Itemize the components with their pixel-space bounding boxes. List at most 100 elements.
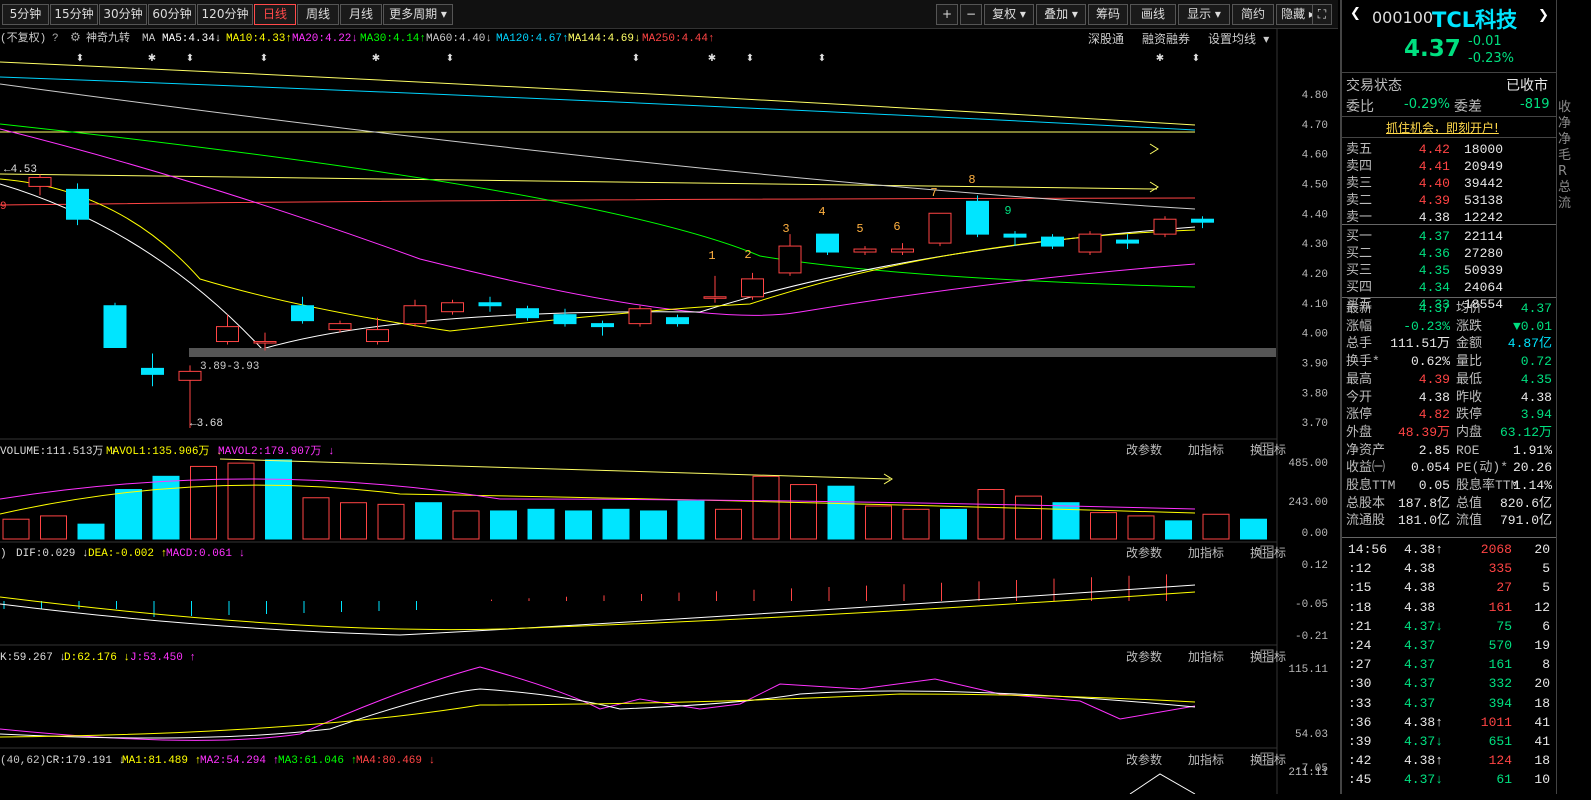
link-hk-connect: 深股通 (1088, 32, 1124, 47)
price-change: -0.01 (1468, 34, 1502, 49)
candle-body-7[interactable] (291, 305, 314, 322)
stat-row-6[interactable]: 涨停 4.82 跌停 3.94 (1344, 406, 1554, 423)
candle-body-24[interactable] (928, 212, 952, 244)
stat-row-10[interactable]: 股息TTM 0.05 股息率TTM 1.14% (1344, 477, 1554, 494)
stat-row-8[interactable]: 净资产 2.85 ROE 1.91% (1344, 442, 1554, 459)
tool-7-button[interactable]: 简约 (1232, 4, 1274, 25)
stat-row-3[interactable]: 换手* 0.62% 量比 0.72 (1344, 353, 1554, 370)
tick-row-2[interactable]: :15 4.38 27 5 (1344, 579, 1554, 596)
ma-line-3 (0, 173, 1158, 190)
tool-6-button[interactable]: 显示 ▾ (1178, 4, 1230, 25)
tool-4-button[interactable]: 筹码 (1088, 4, 1128, 25)
tick-row-5[interactable]: :24 4.37 570 19 (1344, 637, 1554, 654)
candle-body-14[interactable] (553, 314, 577, 325)
candle-body-26[interactable] (1003, 233, 1027, 238)
candle-body-20[interactable] (778, 245, 802, 274)
tick-row-9[interactable]: :36 4.38↑ 1011 41 (1344, 714, 1554, 731)
candle-body-23[interactable] (891, 248, 914, 253)
sell-level-2[interactable]: 卖二 4.39 53138 (1344, 192, 1554, 209)
candle-body-17[interactable] (666, 317, 689, 325)
period-5-button[interactable]: 日线 (254, 4, 296, 25)
tick-row-12[interactable]: :45 4.37↓ 61 10 (1344, 771, 1554, 788)
buy-level-2[interactable]: 买二 4.36 27280 (1344, 245, 1554, 262)
period-6-button[interactable]: 周线 (297, 4, 339, 25)
candle-body-30[interactable] (1153, 218, 1177, 235)
ma-line-4 (0, 197, 1196, 206)
candle-body-6[interactable] (253, 341, 277, 344)
candle-body-3[interactable] (141, 367, 164, 375)
tick-row-11[interactable]: :42 4.38↑ 124 18 (1344, 752, 1554, 769)
stat-row-2[interactable]: 总手 111.51万 金额 4.87亿 (1344, 335, 1554, 352)
sell-level-4[interactable]: 卖四 4.41 20949 (1344, 158, 1554, 175)
candle-body-21[interactable] (816, 233, 839, 253)
period-2-button[interactable]: 30分钟 (99, 4, 147, 25)
candle-body-5[interactable] (216, 326, 239, 343)
tick-row-10[interactable]: :39 4.37↓ 651 41 (1344, 733, 1554, 750)
tick-row-3[interactable]: :18 4.38 161 12 (1344, 599, 1554, 616)
period-8-button[interactable]: 更多周期 ▾ (383, 4, 453, 25)
buy-level-4[interactable]: 买四 4.34 24064 (1344, 279, 1554, 296)
last-price: 4.37 (1404, 36, 1461, 62)
period-3-button[interactable]: 60分钟 (148, 4, 196, 25)
stat-row-12[interactable]: 流通股 181.0亿 流值 791.0亿 (1344, 512, 1554, 529)
candle-body-4[interactable] (178, 370, 202, 381)
volume-bar-29 (1090, 512, 1117, 540)
candle-body-2[interactable] (103, 305, 127, 349)
volume-bar-15 (565, 510, 592, 540)
fullscreen-icon[interactable]: ⛶ (1312, 4, 1332, 25)
stat-row-5[interactable]: 今开 4.38 昨收 4.38 (1344, 389, 1554, 406)
candle-body-11[interactable] (441, 302, 464, 313)
stat-row-1[interactable]: 涨幅 -0.23% 涨跌 ▼0.01 (1344, 318, 1554, 335)
candle-body-16[interactable] (628, 308, 652, 325)
candle-body-9[interactable] (366, 329, 389, 343)
period-0-button[interactable]: 5分钟 (2, 4, 49, 25)
period-7-button[interactable]: 月线 (340, 4, 382, 25)
buy-level-1[interactable]: 买一 4.37 22114 (1344, 228, 1554, 245)
stat-row-11[interactable]: 总股本 187.8亿 总值 820.6亿 (1344, 495, 1554, 512)
back-arrow-icon[interactable]: ❮ (1350, 6, 1361, 21)
stat-row-0[interactable]: 最新 4.37 均价 4.37 (1344, 300, 1554, 317)
candle-body-10[interactable] (403, 305, 427, 325)
candle-body-22[interactable] (853, 248, 877, 253)
forward-arrow-icon[interactable]: ❯ (1538, 8, 1549, 23)
tick-row-8[interactable]: :33 4.37 394 18 (1344, 695, 1554, 712)
tool-0-button[interactable]: + (936, 4, 958, 25)
candle-body-8[interactable] (328, 323, 352, 331)
candle-body-31[interactable] (1191, 218, 1214, 223)
candle-body-18[interactable] (703, 296, 727, 299)
tool-5-button[interactable]: 画线 (1130, 4, 1176, 25)
candle-body-27[interactable] (1041, 236, 1064, 247)
sell-level-5[interactable]: 卖五 4.42 18000 (1344, 141, 1554, 158)
kdj-k-line (0, 688, 1196, 739)
candle-body-1[interactable] (66, 188, 89, 220)
ma-arrow-1 (1149, 181, 1159, 193)
buy-level-3[interactable]: 买三 4.35 50939 (1344, 262, 1554, 279)
candle-body-28[interactable] (1078, 233, 1102, 253)
candle-body-13[interactable] (516, 308, 539, 319)
period-1-button[interactable]: 15分钟 (50, 4, 98, 25)
price-axis-label-9: 3.90 (1302, 358, 1328, 370)
tool-1-button[interactable]: − (960, 4, 982, 25)
open-account-link[interactable]: 抓住机会，即刻开户! (1386, 119, 1499, 136)
candle-body-12[interactable] (478, 302, 502, 307)
stat-row-7[interactable]: 外盘 48.39万 内盘 63.12万 (1344, 424, 1554, 441)
tool-3-button[interactable]: 叠加 ▾ (1036, 4, 1086, 25)
sell-level-3[interactable]: 卖三 4.40 39442 (1344, 175, 1554, 192)
candle-body-19[interactable] (741, 278, 764, 298)
tick-row-7[interactable]: :30 4.37 332 20 (1344, 675, 1554, 692)
tick-row-4[interactable]: :21 4.37↓ 75 6 (1344, 618, 1554, 635)
stat-row-4[interactable]: 最高 4.39 最低 4.35 (1344, 371, 1554, 388)
tool-2-button[interactable]: 复权 ▾ (984, 4, 1034, 25)
candle-body-29[interactable] (1116, 239, 1139, 244)
tick-row-6[interactable]: :27 4.37 161 8 (1344, 656, 1554, 673)
candle-body-25[interactable] (966, 200, 989, 235)
candle-body-0[interactable] (28, 176, 52, 187)
tick-row-0[interactable]: 14:56 4.38↑ 2068 20 (1344, 541, 1554, 558)
kdj-panel-btn-0: 改参数 (1126, 649, 1162, 665)
stat-row-9[interactable]: 收益㈠ 0.054 PE(动)* 20.26 (1344, 459, 1554, 476)
kline-chart[interactable]: (不复权)? ⚙ 神奇九转 MA MA5:4.34↓ MA10:4.33↑ MA20:4.2… (0, 29, 1338, 794)
tick-row-1[interactable]: :12 4.38 335 5 (1344, 560, 1554, 577)
period-4-button[interactable]: 120分钟 (197, 4, 253, 25)
volume-bar-2 (77, 523, 105, 540)
candle-body-15[interactable] (591, 323, 614, 328)
